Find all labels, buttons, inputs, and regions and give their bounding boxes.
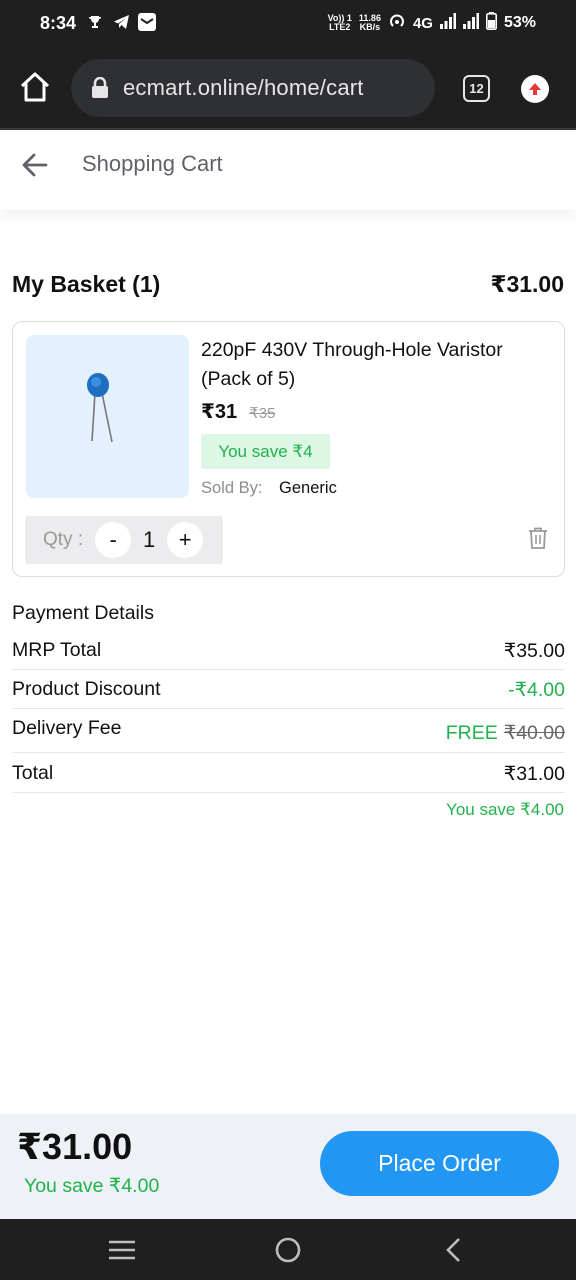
price-row: ₹31 ₹35 [201,399,275,424]
speed-unit: KB/s [359,22,381,32]
qty-value: 1 [143,527,156,552]
volte-indicator: Vo)) 1 LTE2 [328,14,352,32]
system-nav-bar [0,1219,576,1280]
notification-icons [86,13,156,31]
varistor-image [87,373,113,443]
home-button[interactable] [18,70,54,106]
product-price: ₹31 [201,401,238,423]
payment-value: -₹4.00 [508,679,565,701]
page-header: Shopping Cart [0,130,576,210]
quantity-stepper: Qty : - 1 + [25,516,223,564]
payment-label: MRP Total [12,639,102,661]
payment-label: Delivery Fee [12,717,122,739]
status-time: 8:34 [40,13,77,33]
payment-row-delivery: Delivery Fee FREE ₹40.00 [12,708,565,753]
trash-icon [529,527,547,549]
circle-icon [275,1237,301,1263]
basket-total: ₹31.00 [490,271,564,297]
tab-switcher-button[interactable]: 12 [463,75,490,102]
speed-indicator: 11.86 KB/s [359,14,381,32]
status-bar: 8:34 Vo)) 1 LTE2 11.86 KB/s 4G 53% [0,0,576,48]
sold-by-label: Sold By: [201,479,263,497]
arrow-left-icon [22,153,48,177]
telegram-icon [112,13,130,31]
back-button[interactable] [20,150,50,180]
chevron-left-icon [446,1238,460,1262]
checkout-bar: ₹31.00 You save ₹4.00 Place Order [0,1114,576,1219]
save-badge: You save ₹4 [201,434,330,469]
url-text: ecmart.online/home/cart [123,75,364,100]
recent-apps-button[interactable] [107,1235,137,1265]
mail-icon [138,13,156,31]
delivery-original-fee: ₹40.00 [503,722,565,744]
qty-increase-button[interactable]: + [167,522,204,558]
network-type: 4G [412,14,433,32]
delivery-free: FREE [445,722,498,744]
browser-toolbar: ecmart.online/home/cart 12 [0,48,576,130]
volte-bottom: LTE2 [329,22,351,32]
trophy-icon [86,13,104,31]
page-title: Shopping Cart [82,151,223,176]
update-button[interactable] [521,75,549,103]
address-bar[interactable]: ecmart.online/home/cart [71,59,435,117]
battery-percent: 53% [503,14,536,31]
remove-item-button[interactable] [528,527,550,551]
payment-value: ₹35.00 [503,640,565,662]
sold-by: Sold By: Generic [201,479,337,498]
home-nav-button[interactable] [273,1235,303,1265]
payment-row-total: Total ₹31.00 [12,753,565,793]
delivery-fee-value: FREE ₹40.00 [446,721,565,745]
payment-details-title: Payment Details [12,602,154,624]
back-nav-button[interactable] [439,1235,469,1265]
qty-label: Qty : [43,529,84,550]
payment-row-discount: Product Discount -₹4.00 [12,669,565,709]
basket-title: My Basket (1) [12,271,161,297]
payment-value: ₹31.00 [503,763,565,785]
signal-icon-2 [462,13,479,33]
menu-icon [109,1240,135,1260]
payment-row-mrp: MRP Total ₹35.00 [12,630,565,670]
hotspot-icon [388,12,406,34]
payment-label: Product Discount [12,678,161,700]
signal-icon [439,13,456,33]
system-indicators: Vo)) 1 LTE2 11.86 KB/s 4G 53% [328,12,536,34]
product-name[interactable]: 220pF 430V Through-Hole Varistor (Pack o… [201,336,551,394]
home-icon [20,72,50,102]
arrow-up-icon [529,83,541,95]
cart-item-card: 220pF 430V Through-Hole Varistor (Pack o… [12,321,565,577]
checkout-total: ₹31.00 [17,1126,133,1167]
battery-icon [485,12,497,34]
payment-save-note: You save ₹4.00 [446,800,564,819]
checkout-save: You save ₹4.00 [24,1175,160,1197]
place-order-button[interactable]: Place Order [320,1131,559,1196]
sold-by-value: Generic [279,479,337,497]
payment-label: Total [12,762,54,784]
lock-icon [91,76,109,99]
qty-decrease-button[interactable]: - [95,522,132,558]
product-mrp: ₹35 [249,405,276,422]
product-image[interactable] [26,335,189,498]
